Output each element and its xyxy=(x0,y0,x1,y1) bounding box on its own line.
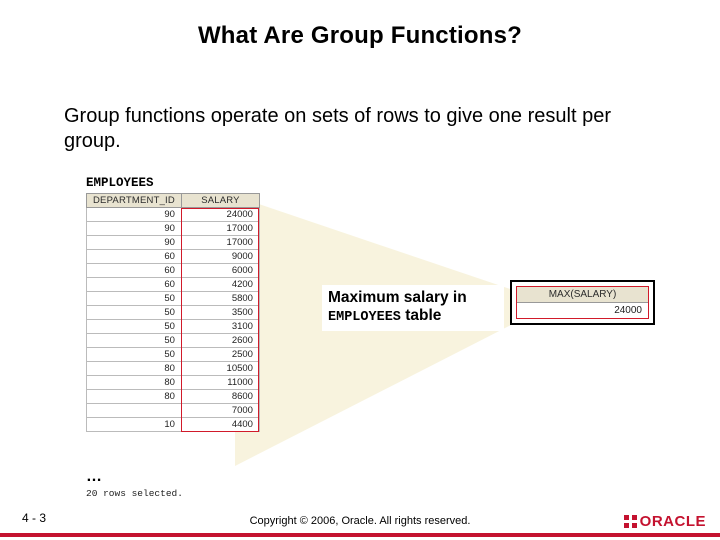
table-row: 609000 xyxy=(87,250,260,264)
cell-salary: 24000 xyxy=(181,208,259,222)
table-row: 502500 xyxy=(87,348,260,362)
result-value: 24000 xyxy=(517,303,649,319)
cell-department-id: 50 xyxy=(87,306,182,320)
footer: 4 - 3 Copyright © 2006, Oracle. All righ… xyxy=(0,511,720,537)
cell-salary: 4200 xyxy=(181,278,259,292)
table-row: 502600 xyxy=(87,334,260,348)
cell-salary: 2600 xyxy=(181,334,259,348)
table-row: 104400 xyxy=(87,418,260,432)
oracle-grid-icon xyxy=(624,515,637,528)
cell-salary: 4400 xyxy=(181,418,259,432)
slide-subtitle: Group functions operate on sets of rows … xyxy=(64,104,664,154)
cell-department-id: 90 xyxy=(87,222,182,236)
ellipsis: … xyxy=(86,468,102,486)
result-box: MAX(SALARY) 24000 xyxy=(510,280,655,325)
cell-salary: 8600 xyxy=(181,390,259,404)
cell-salary: 9000 xyxy=(181,250,259,264)
slide-title: What Are Group Functions? xyxy=(0,22,720,50)
cell-department-id: 90 xyxy=(87,236,182,250)
cell-department-id: 50 xyxy=(87,292,182,306)
cell-department-id: 50 xyxy=(87,334,182,348)
cell-department-id xyxy=(87,404,182,418)
cell-salary: 17000 xyxy=(181,236,259,250)
table-row: 503100 xyxy=(87,320,260,334)
cell-department-id: 60 xyxy=(87,264,182,278)
col-salary: SALARY xyxy=(181,194,259,208)
employees-table-label: EMPLOYEES xyxy=(86,176,154,190)
cell-department-id: 80 xyxy=(87,362,182,376)
table-row: 505800 xyxy=(87,292,260,306)
callout-line2: EMPLOYEES table xyxy=(328,307,498,326)
cell-department-id: 80 xyxy=(87,390,182,404)
employees-table: DEPARTMENT_ID SALARY 9024000901700090170… xyxy=(86,193,260,432)
callout-suffix: table xyxy=(401,307,441,324)
cell-salary: 6000 xyxy=(181,264,259,278)
footer-red-bar xyxy=(0,533,720,537)
table-row: 503500 xyxy=(87,306,260,320)
cell-department-id: 50 xyxy=(87,320,182,334)
table-row: 9017000 xyxy=(87,222,260,236)
table-row: 8010500 xyxy=(87,362,260,376)
slide: What Are Group Functions? Group function… xyxy=(0,0,720,540)
col-department-id: DEPARTMENT_ID xyxy=(87,194,182,208)
cell-department-id: 50 xyxy=(87,348,182,362)
table-row: 8011000 xyxy=(87,376,260,390)
cell-salary: 7000 xyxy=(181,404,259,418)
table-row: 604200 xyxy=(87,278,260,292)
cell-salary: 11000 xyxy=(181,376,259,390)
cell-salary: 17000 xyxy=(181,222,259,236)
cell-department-id: 10 xyxy=(87,418,182,432)
table-row: 808600 xyxy=(87,390,260,404)
callout-line1: Maximum salary in xyxy=(328,289,498,307)
callout-box: Maximum salary in EMPLOYEES table xyxy=(322,285,504,331)
table-row: 7000 xyxy=(87,404,260,418)
oracle-logo: ORACLE xyxy=(624,513,706,530)
table-row: 9017000 xyxy=(87,236,260,250)
cell-department-id: 80 xyxy=(87,376,182,390)
result-table: MAX(SALARY) 24000 xyxy=(516,286,649,319)
callout-table-word: EMPLOYEES xyxy=(328,310,401,325)
cell-salary: 3100 xyxy=(181,320,259,334)
table-row: 606000 xyxy=(87,264,260,278)
cell-department-id: 90 xyxy=(87,208,182,222)
cell-department-id: 60 xyxy=(87,278,182,292)
cell-salary: 3500 xyxy=(181,306,259,320)
oracle-logo-text: ORACLE xyxy=(640,513,706,530)
cell-department-id: 60 xyxy=(87,250,182,264)
rows-selected-text: 20 rows selected. xyxy=(86,488,183,499)
cell-salary: 10500 xyxy=(181,362,259,376)
cell-salary: 5800 xyxy=(181,292,259,306)
result-header: MAX(SALARY) xyxy=(517,287,649,303)
table-header-row: DEPARTMENT_ID SALARY xyxy=(87,194,260,208)
copyright-text: Copyright © 2006, Oracle. All rights res… xyxy=(0,515,720,527)
cell-salary: 2500 xyxy=(181,348,259,362)
table-row: 9024000 xyxy=(87,208,260,222)
